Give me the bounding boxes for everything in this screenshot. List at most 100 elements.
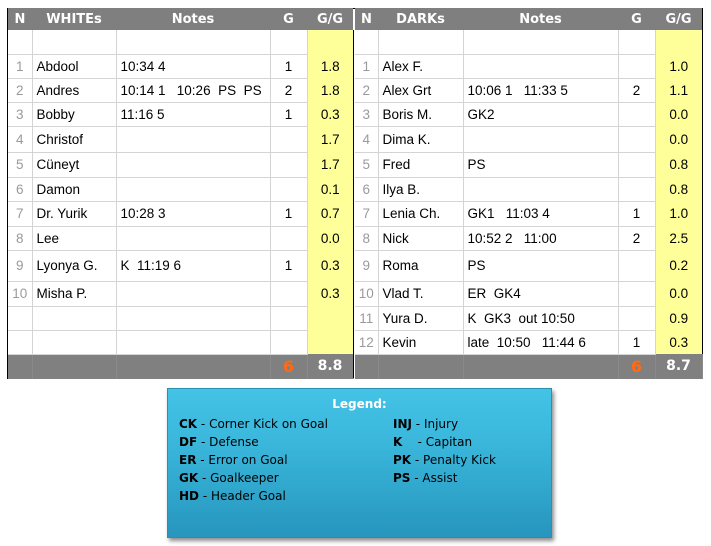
legend-code: K [393, 435, 403, 449]
legend-description: - Defense [197, 435, 259, 449]
player-gg: 0.0 [655, 126, 702, 152]
player-goals: 2 [270, 78, 308, 103]
player-notes [463, 177, 619, 202]
legend-box: Legend: CK - Corner Kick on Goal DF - Def… [167, 388, 552, 538]
player-goals: 1 [270, 250, 308, 282]
player-name: Kevin [378, 330, 464, 355]
player-goals [618, 306, 656, 331]
legend-description: - Error on Goal [196, 453, 288, 467]
player-row: 9 Roma PS 0.2 [355, 250, 702, 282]
player-goals: 2 [618, 226, 656, 251]
player-row: 11 Yura D. K GK3 out 10:50 0.9 [355, 306, 702, 331]
player-gg: 0.8 [655, 177, 702, 201]
player-gg: 1.8 [307, 78, 353, 102]
row-number: 11 [355, 306, 379, 331]
player-row [8, 30, 353, 55]
row-number: 7 [355, 201, 379, 227]
row-number: 1 [8, 54, 33, 79]
player-name [32, 30, 117, 55]
row-number: 8 [8, 226, 33, 251]
player-notes [463, 126, 619, 153]
legend-description: - Capitan [402, 435, 473, 449]
player-name: Alex Grt [378, 78, 464, 103]
player-notes: 10:28 3 [116, 201, 271, 227]
legend-item: GK - Goalkeeper [179, 469, 328, 487]
player-row: 3 Boris M. GK2 0.0 [355, 102, 702, 127]
player-goals: 1 [270, 201, 308, 227]
total-spacer [378, 354, 464, 379]
player-row: 4 Christof 1.7 [8, 126, 353, 153]
player-gg: 0.3 [307, 250, 353, 281]
row-number [355, 30, 379, 55]
player-notes [116, 281, 271, 307]
col-header-gg: G/G [655, 8, 702, 30]
row-number: 8 [355, 226, 379, 251]
player-goals: 1 [618, 201, 656, 227]
legend-description: - Penalty Kick [411, 453, 496, 467]
player-gg: 2.5 [655, 226, 702, 250]
player-goals: 1 [270, 102, 308, 127]
darks-total-goals: 6 [618, 354, 656, 379]
player-row: 7 Lenia Ch. GK1 11:03 4 1 1.0 [355, 201, 702, 227]
whites-header-row: N WHITEs Notes G G/G [8, 8, 353, 30]
player-gg: 0.0 [655, 281, 702, 306]
player-gg [307, 330, 353, 354]
whites-total-goals: 6 [270, 354, 308, 379]
legend-item: INJ - Injury [393, 415, 496, 433]
player-gg: 1.8 [307, 54, 353, 78]
player-gg: 0.8 [655, 152, 702, 177]
player-name: Ilya B. [378, 177, 464, 202]
player-goals [618, 152, 656, 178]
player-row: 1 Abdool 10:34 4 1 1.8 [8, 54, 353, 79]
player-gg: 1.0 [655, 54, 702, 78]
player-goals [618, 54, 656, 79]
player-notes [463, 30, 619, 55]
darks-header-row: N DARKs Notes G G/G [355, 8, 702, 30]
player-goals [618, 30, 656, 55]
row-number [8, 306, 33, 331]
player-name: Damon [32, 177, 117, 202]
row-number [8, 330, 33, 355]
row-number: 3 [355, 102, 379, 127]
legend-description: - Injury [411, 417, 459, 431]
player-notes: GK2 [463, 102, 619, 127]
row-number: 10 [8, 281, 33, 307]
row-number: 2 [8, 78, 33, 103]
player-name: Vlad T. [378, 281, 464, 307]
row-number: 7 [8, 201, 33, 227]
team-divider [353, 30, 354, 378]
player-notes [116, 30, 271, 55]
player-row: 6 Ilya B. 0.8 [355, 177, 702, 202]
player-name: Lenia Ch. [378, 201, 464, 227]
darks-total-gg: 8.7 [655, 354, 703, 379]
row-number: 6 [8, 177, 33, 202]
legend-item: PK - Penalty Kick [393, 451, 496, 469]
player-gg [655, 30, 702, 54]
player-notes: 10:06 1 11:33 5 [463, 78, 619, 103]
player-name: Christof [32, 126, 117, 153]
player-gg: 1.1 [655, 78, 702, 102]
col-header-notes: Notes [116, 8, 270, 30]
player-gg: 0.1 [307, 177, 353, 201]
player-row: 8 Nick 10:52 2 11:00 2 2.5 [355, 226, 702, 251]
col-header-notes: Notes [463, 8, 618, 30]
player-gg: 0.0 [307, 226, 353, 250]
legend-code: HD [179, 489, 200, 503]
player-notes: K 11:19 6 [116, 250, 271, 282]
player-notes [116, 177, 271, 202]
player-notes [116, 126, 271, 153]
player-row: 10 Misha P. 0.3 [8, 281, 353, 307]
player-name: Abdool [32, 54, 117, 79]
player-name: Fred [378, 152, 464, 178]
row-number: 4 [355, 126, 379, 153]
player-notes: PS [463, 152, 619, 178]
player-name: Lyonya G. [32, 250, 117, 282]
legend-code: PK [393, 453, 412, 467]
player-notes: 10:52 2 11:00 [463, 226, 619, 251]
player-name: Misha P. [32, 281, 117, 307]
player-notes: K GK3 out 10:50 [463, 306, 619, 331]
player-gg: 1.7 [307, 126, 353, 152]
player-goals [618, 126, 656, 153]
col-header-n: N [355, 8, 378, 30]
whites-total-gg: 8.8 [307, 354, 354, 379]
